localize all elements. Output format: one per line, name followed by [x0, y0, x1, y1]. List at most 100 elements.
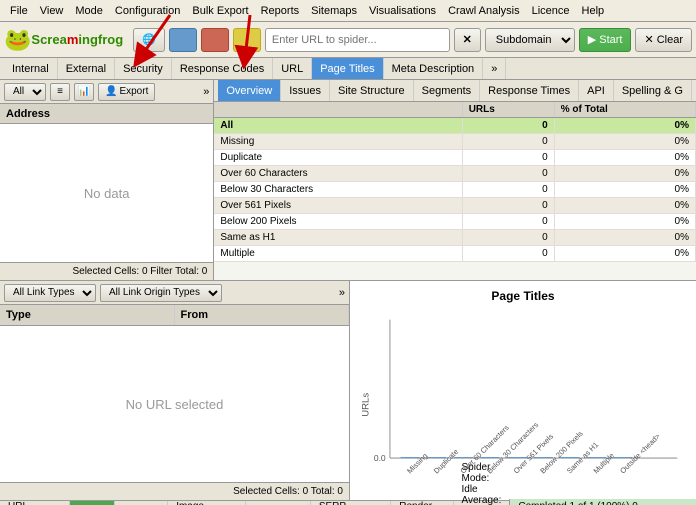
status-tab-render[interactable]: Render ▼ [391, 501, 453, 505]
toolbar-btn-1[interactable] [169, 28, 197, 52]
y-axis-value: 0.0 [374, 453, 386, 463]
bottom-expand-icon[interactable]: » [339, 287, 345, 299]
status-tab-serp-snippet[interactable]: SERP Snippet [311, 501, 391, 505]
toolbar-btn-3[interactable] [233, 28, 261, 52]
right-tab-api[interactable]: API [579, 80, 614, 101]
menu-item-view[interactable]: View [34, 3, 70, 19]
menu-item-file[interactable]: File [4, 3, 34, 19]
toolbar: 🐸 Screamingfrog 🌐 ✕ Subdomain ▶ Start ✕ … [0, 22, 696, 58]
menu-item-mode[interactable]: Mode [69, 3, 109, 19]
row-urls: 0 [462, 198, 554, 214]
filter-select[interactable]: All [4, 83, 46, 101]
link-origin-filter[interactable]: All Link Origin Types [100, 284, 222, 302]
right-tab-overview[interactable]: Overview [218, 80, 281, 101]
row-pct: 0% [554, 214, 695, 230]
table-row[interactable]: Multiple 0 0% [214, 246, 695, 262]
row-urls: 0 [462, 230, 554, 246]
menu-item-configuration[interactable]: Configuration [109, 3, 186, 19]
row-label: All [214, 118, 462, 134]
nav-tab-response-codes[interactable]: Response Codes [172, 58, 273, 79]
selected-info: Selected Cells: 0 Filter Total: 0 [0, 262, 213, 280]
status-tab-outlinks[interactable]: Outlinks [115, 501, 168, 505]
col-header-pct: % of Total [554, 102, 695, 118]
status-tabs: URL Details Inlinks Outlinks Image Detai… [0, 501, 454, 505]
bottom-left-panel: All Link Types All Link Origin Types » T… [0, 281, 350, 500]
expand-icon[interactable]: » [203, 86, 209, 98]
menu-item-help[interactable]: Help [576, 3, 611, 19]
menu-item-visualisations[interactable]: Visualisations [363, 3, 442, 19]
globe-button[interactable]: 🌐 [133, 28, 165, 52]
row-pct: 0% [554, 118, 695, 134]
row-pct: 0% [554, 198, 695, 214]
chart-container: URLs 0.0 Missing Duplicate O [358, 307, 688, 492]
table-row[interactable]: Over 561 Pixels 0 0% [214, 198, 695, 214]
table-row[interactable]: Below 200 Pixels 0 0% [214, 214, 695, 230]
table-row[interactable]: Duplicate 0 0% [214, 150, 695, 166]
table-row[interactable]: All 0 0% [214, 118, 695, 134]
link-type-filter[interactable]: All Link Types [4, 284, 96, 302]
row-label: Missing [214, 134, 462, 150]
svg-text:Outside <head>: Outside <head> [618, 432, 662, 476]
left-toolbar: All ≡ 📊 👤 Export » [0, 80, 213, 104]
nav-tab-internal[interactable]: Internal [4, 58, 58, 79]
menu-item-sitemaps[interactable]: Sitemaps [305, 3, 363, 19]
row-label: Below 30 Characters [214, 182, 462, 198]
nav-tabs-more[interactable]: » [483, 58, 506, 79]
page-titles-chart: URLs 0.0 Missing Duplicate O [358, 307, 688, 492]
nav-tab-page-titles[interactable]: Page Titles [312, 58, 383, 79]
row-urls: 0 [462, 182, 554, 198]
right-tab-spelling[interactable]: Spelling & G [614, 80, 692, 101]
url-input[interactable] [265, 28, 450, 52]
cancel-x-button[interactable]: ✕ [454, 28, 481, 52]
menu-item-bulk-export[interactable]: Bulk Export [186, 3, 254, 19]
row-label: Below 200 Pixels [214, 214, 462, 230]
table-row[interactable]: Same as H1 0 0% [214, 230, 695, 246]
nav-tab-external[interactable]: External [58, 58, 115, 79]
status-completion: Completed 1 of 1 (100%) 0 Remaining [509, 499, 696, 505]
clear-button[interactable]: ✕ Clear [635, 28, 692, 52]
row-label: Duplicate [214, 150, 462, 166]
menu-item-crawl-analysis[interactable]: Crawl Analysis [442, 3, 526, 19]
left-data-area: No data [0, 124, 213, 262]
row-pct: 0% [554, 246, 695, 262]
row-urls: 0 [462, 246, 554, 262]
row-urls: 0 [462, 118, 554, 134]
address-column-header: Address [0, 104, 213, 124]
nav-tabs: Internal External Security Response Code… [0, 58, 696, 80]
status-tab-resources[interactable]: Resources [246, 501, 311, 505]
right-tab-issues[interactable]: Issues [281, 80, 330, 101]
list-view-icon[interactable]: ≡ [50, 83, 70, 101]
right-tab-site-structure[interactable]: Site Structure [330, 80, 414, 101]
y-axis-label: URLs [361, 393, 372, 417]
bottom-selected-info: Selected Cells: 0 Total: 0 [0, 482, 349, 500]
nav-tab-url[interactable]: URL [273, 58, 312, 79]
chart-view-icon[interactable]: 📊 [74, 83, 94, 101]
right-tab-segments[interactable]: Segments [414, 80, 481, 101]
type-col-header: Type [0, 305, 175, 325]
table-row[interactable]: Over 60 Characters 0 0% [214, 166, 695, 182]
export-button[interactable]: 👤 Export [98, 83, 155, 101]
nav-tab-security[interactable]: Security [115, 58, 172, 79]
status-tab-image-details[interactable]: Image Details [168, 501, 246, 505]
menu-item-reports[interactable]: Reports [255, 3, 306, 19]
table-row[interactable]: Missing 0 0% [214, 134, 695, 150]
menu-item-licence[interactable]: Licence [526, 3, 576, 19]
right-tab-response-times[interactable]: Response Times [480, 80, 579, 101]
start-button[interactable]: ▶ Start [579, 28, 632, 52]
svg-text:Multiple: Multiple [592, 451, 616, 475]
status-tab-inlinks[interactable]: Inlinks [70, 501, 115, 505]
subdomain-select[interactable]: Subdomain [485, 28, 575, 52]
toolbar-btn-2[interactable] [201, 28, 229, 52]
right-tabs: Overview Issues Site Structure Segments … [214, 80, 696, 102]
status-bar: URL Details Inlinks Outlinks Image Detai… [0, 500, 696, 505]
nav-tab-meta-description[interactable]: Meta Description [384, 58, 484, 79]
row-pct: 0% [554, 134, 695, 150]
chart-title: Page Titles [358, 289, 688, 303]
table-row[interactable]: Below 30 Characters 0 0% [214, 182, 695, 198]
chart-area: Page Titles URLs 0.0 Missing [350, 281, 696, 500]
row-pct: 0% [554, 150, 695, 166]
svg-text:Missing: Missing [405, 451, 429, 475]
row-label: Over 561 Pixels [214, 198, 462, 214]
status-tab-url-details[interactable]: URL Details [0, 501, 70, 505]
col-header-label [214, 102, 462, 118]
